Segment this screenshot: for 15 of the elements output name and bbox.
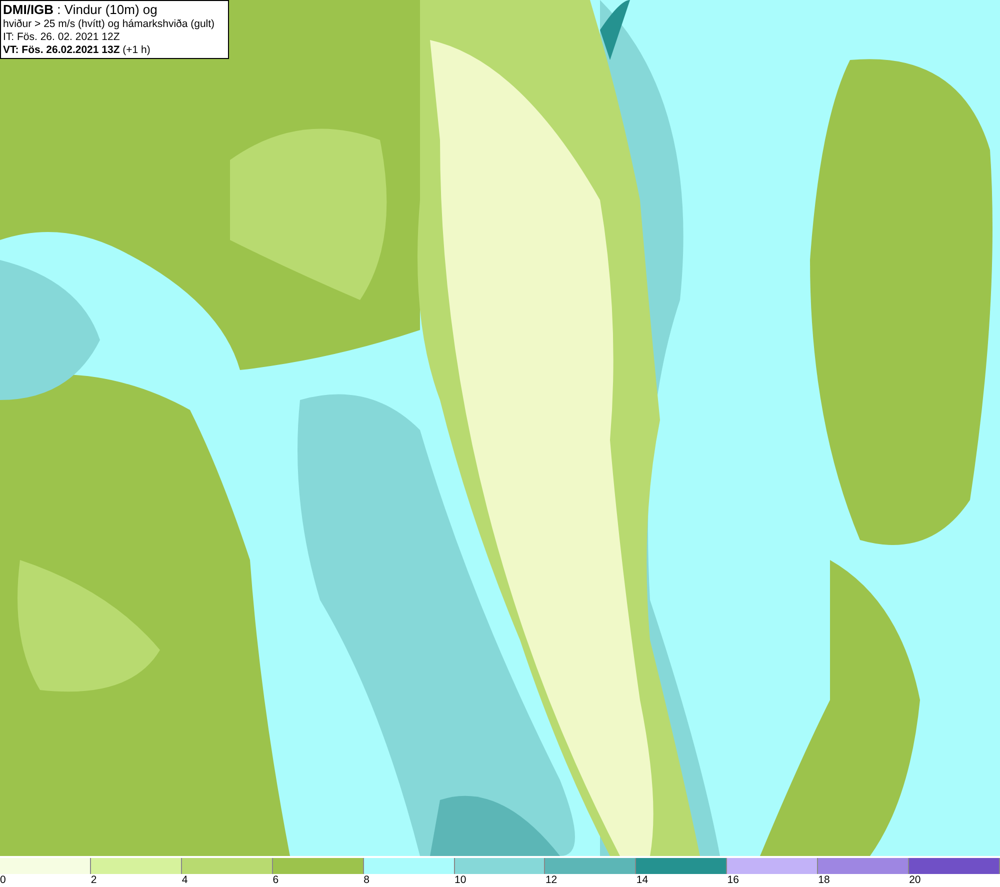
scale-label: 6: [272, 874, 279, 887]
scale-label: 10: [454, 874, 466, 887]
scale-label: 20: [909, 874, 921, 887]
scale-label: 18: [818, 874, 830, 887]
scale-label: 16: [727, 874, 739, 887]
map-caption: hviður > 25 m/s (hvítt) og hámarkshviða (gult): [3, 18, 216, 31]
map-caption: IT: Fös. 26. 02. 2021 12Z: [3, 31, 121, 44]
scale-label: 0: [0, 874, 6, 887]
scale-label: 4: [182, 874, 188, 887]
map-title: DMI/IGB : Vindur (10m) og: [3, 2, 158, 18]
scale-label: 14: [636, 874, 648, 887]
scale-label: 2: [90, 874, 97, 887]
scale-label: 12: [545, 874, 558, 887]
scale-label: 8: [364, 874, 370, 887]
map-caption: VT: Fös. 26.02.2021 13Z (+1 h): [3, 44, 152, 57]
